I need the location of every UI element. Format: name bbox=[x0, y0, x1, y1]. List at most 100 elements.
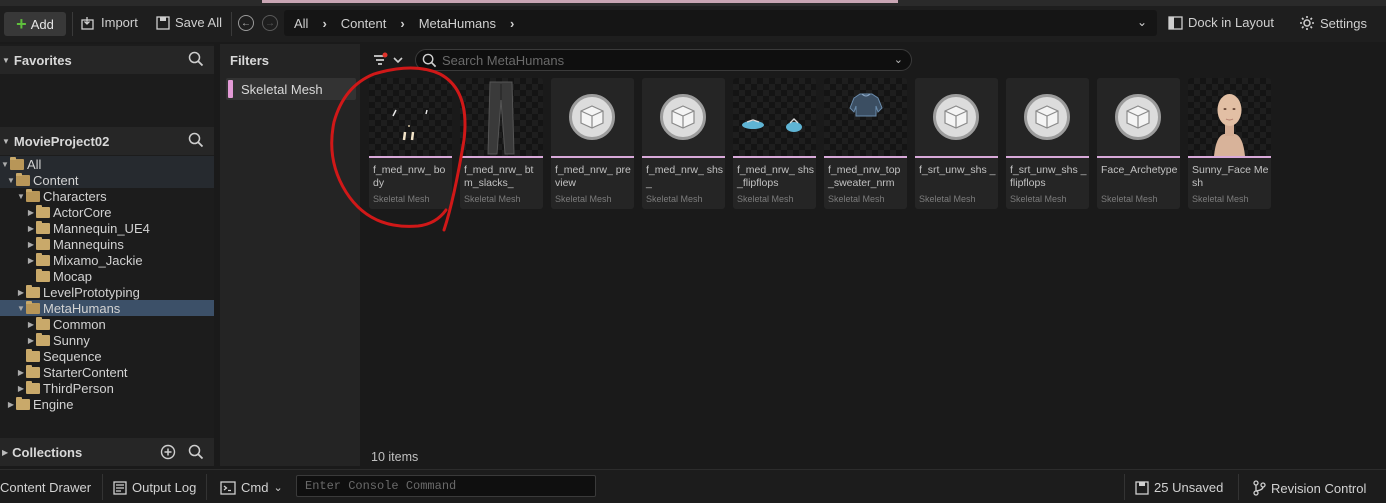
asset-tile[interactable]: Face_Archetype Skeletal Mesh bbox=[1097, 78, 1180, 209]
filters-title: Filters bbox=[230, 53, 270, 68]
collapse-arrow-icon[interactable]: ▶ bbox=[2, 448, 8, 457]
collapse-arrow-icon[interactable]: ▶ bbox=[26, 240, 36, 249]
collapse-arrow-icon[interactable]: ▶ bbox=[6, 400, 16, 409]
tree-item-thirdperson[interactable]: ▶ ThirdPerson bbox=[0, 380, 214, 396]
tree-item-levelprototyping[interactable]: ▶ LevelPrototyping bbox=[0, 284, 214, 300]
save-all-button[interactable]: Save All bbox=[156, 15, 222, 30]
asset-type: Skeletal Mesh bbox=[464, 194, 521, 204]
tree-item-label: Engine bbox=[33, 396, 74, 412]
asset-name: f_srt_unw_shs _ bbox=[919, 164, 996, 176]
folder-icon bbox=[26, 348, 40, 362]
asset-tile[interactable]: f_med_nrw_ body Skeletal Mesh bbox=[369, 78, 452, 209]
tree-item-mocap[interactable]: Mocap bbox=[0, 268, 214, 284]
expand-arrow-icon[interactable]: ▼ bbox=[0, 160, 10, 169]
tree-item-mannequins[interactable]: ▶ Mannequins bbox=[0, 236, 214, 252]
chevron-down-icon[interactable]: ⌄ bbox=[1137, 15, 1147, 29]
collections-header[interactable]: ▶ Collections bbox=[0, 438, 214, 466]
collapse-arrow-icon[interactable]: ▶ bbox=[16, 368, 26, 377]
collapse-arrow-icon[interactable]: ▶ bbox=[16, 288, 26, 297]
chevron-down-icon[interactable]: ⌄ bbox=[894, 53, 903, 66]
content-drawer-button[interactable]: Content Drawer bbox=[0, 480, 91, 495]
tree-item-common[interactable]: ▶ Common bbox=[0, 316, 214, 332]
tree-item-label: MetaHumans bbox=[43, 300, 121, 316]
tree-item-mannequin-ue4[interactable]: ▶ Mannequin_UE4 bbox=[0, 220, 214, 236]
cmd-dropdown[interactable]: Cmd ⌄ bbox=[220, 480, 283, 495]
output-log-button[interactable]: Output Log bbox=[113, 480, 196, 495]
gear-icon bbox=[1300, 16, 1314, 30]
tree-item-mixamo-jackie[interactable]: ▶ Mixamo_Jackie bbox=[0, 252, 214, 268]
tree-item-label: Mannequins bbox=[53, 236, 124, 252]
breadcrumb-item-content[interactable]: Content bbox=[341, 16, 387, 31]
expand-arrow-icon[interactable]: ▼ bbox=[6, 176, 16, 185]
add-circle-icon[interactable] bbox=[160, 444, 176, 460]
back-arrow-icon[interactable]: ← bbox=[238, 15, 254, 31]
tree-item-label: Content bbox=[33, 172, 79, 188]
asset-name: Sunny_Face Mesh bbox=[1192, 164, 1269, 189]
import-button[interactable]: Import bbox=[81, 15, 138, 30]
tree-item-metahumans[interactable]: ▼ MetaHumans bbox=[0, 300, 214, 316]
collapse-arrow-icon[interactable]: ▼ bbox=[2, 137, 10, 146]
tree-item-engine[interactable]: ▶ Engine bbox=[0, 396, 214, 412]
asset-name: f_med_nrw_ btm_slacks_ bbox=[464, 164, 534, 189]
folder-icon bbox=[36, 332, 50, 346]
forward-arrow-icon[interactable]: → bbox=[262, 15, 278, 31]
asset-tile[interactable]: f_srt_unw_shs _flipflops Skeletal Mesh bbox=[1006, 78, 1089, 209]
tree-item-characters[interactable]: ▼ Characters bbox=[0, 188, 214, 204]
asset-thumbnail-placeholder bbox=[551, 78, 634, 156]
collapse-arrow-icon[interactable]: ▶ bbox=[26, 336, 36, 345]
tree-item-all[interactable]: ▼ All bbox=[0, 156, 214, 172]
search-input[interactable] bbox=[442, 52, 882, 68]
asset-tile[interactable]: f_med_nrw_ btm_slacks_ Skeletal Mesh bbox=[460, 78, 543, 209]
tree-item-actorcore[interactable]: ▶ ActorCore bbox=[0, 204, 214, 220]
collapse-arrow-icon[interactable]: ▶ bbox=[26, 256, 36, 265]
expand-arrow-icon[interactable]: ▼ bbox=[16, 192, 26, 201]
favorites-header[interactable]: ▼ Favorites bbox=[0, 46, 214, 74]
tree-item-sequence[interactable]: Sequence bbox=[0, 348, 214, 364]
asset-tile[interactable]: f_med_nrw_ preview Skeletal Mesh bbox=[551, 78, 634, 209]
unsaved-button[interactable]: 25 Unsaved bbox=[1135, 480, 1223, 495]
tab-highlight bbox=[262, 0, 898, 3]
output-log-label: Output Log bbox=[132, 480, 197, 495]
chevron-right-icon[interactable]: › bbox=[322, 16, 326, 31]
search-icon[interactable] bbox=[188, 51, 204, 67]
folder-icon bbox=[36, 236, 50, 250]
asset-tile[interactable]: f_srt_unw_shs _ Skeletal Mesh bbox=[915, 78, 998, 209]
project-header[interactable]: ▼ MovieProject02 bbox=[0, 127, 214, 155]
add-button[interactable]: + Add bbox=[4, 12, 66, 36]
filter-dropdown-button[interactable] bbox=[372, 52, 404, 71]
folder-icon bbox=[36, 220, 50, 234]
expand-arrow-icon[interactable]: ▼ bbox=[16, 304, 26, 313]
console-command-input[interactable] bbox=[305, 479, 585, 493]
asset-tile[interactable]: f_med_nrw_top _sweater_nrm Skeletal Mesh bbox=[824, 78, 907, 209]
sources-panel: ▼ Favorites ▼ MovieProject02 ▼ All ▼ Conte… bbox=[0, 44, 214, 466]
cmd-label: Cmd bbox=[241, 480, 269, 495]
asset-tile[interactable]: Sunny_Face Mesh Skeletal Mesh bbox=[1188, 78, 1271, 209]
settings-button[interactable]: Settings bbox=[1299, 15, 1367, 31]
filter-chip-skeletal-mesh[interactable]: Skeletal Mesh bbox=[226, 78, 356, 100]
tree-item-startercontent[interactable]: ▶ StarterContent bbox=[0, 364, 214, 380]
search-icon[interactable] bbox=[188, 132, 204, 148]
chevron-down-icon: ⌄ bbox=[273, 482, 283, 494]
asset-name: f_srt_unw_shs _flipflops bbox=[1010, 164, 1087, 189]
collapse-arrow-icon[interactable]: ▼ bbox=[2, 56, 10, 65]
asset-tile[interactable]: f_med_nrw_ shs_flipflops Skeletal Mesh bbox=[733, 78, 816, 209]
collapse-arrow-icon[interactable]: ▶ bbox=[26, 320, 36, 329]
collapse-arrow-icon[interactable]: ▶ bbox=[26, 224, 36, 233]
import-button-label: Import bbox=[101, 15, 138, 30]
chevron-right-icon[interactable]: › bbox=[400, 16, 404, 31]
tree-item-label: Common bbox=[53, 316, 106, 332]
breadcrumb-item-metahumans[interactable]: MetaHumans bbox=[419, 16, 496, 31]
breadcrumb-item-all[interactable]: All bbox=[294, 16, 308, 31]
search-icon[interactable] bbox=[188, 444, 204, 460]
tree-item-sunny[interactable]: ▶ Sunny bbox=[0, 332, 214, 348]
revision-control-button[interactable]: Revision Control bbox=[1252, 480, 1366, 496]
tree-item-label: Mocap bbox=[53, 268, 93, 284]
tree-item-content[interactable]: ▼ Content bbox=[0, 172, 214, 188]
dock-in-layout-button[interactable]: Dock in Layout bbox=[1168, 15, 1274, 30]
collapse-arrow-icon[interactable]: ▶ bbox=[16, 384, 26, 393]
tree-item-label: Sunny bbox=[53, 332, 90, 348]
asset-tile[interactable]: f_med_nrw_ shs_ Skeletal Mesh bbox=[642, 78, 725, 209]
chevron-right-icon[interactable]: › bbox=[510, 16, 514, 31]
collapse-arrow-icon[interactable]: ▶ bbox=[26, 208, 36, 217]
filter-icon bbox=[374, 52, 403, 65]
